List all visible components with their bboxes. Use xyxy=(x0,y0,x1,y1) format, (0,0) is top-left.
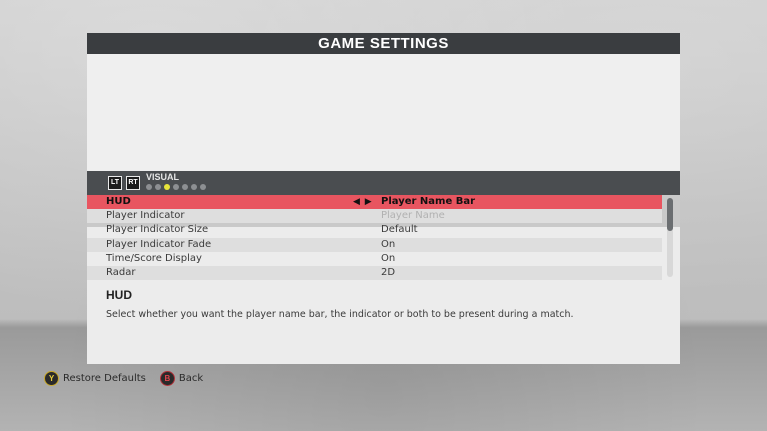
description-title: HUD xyxy=(106,288,132,302)
setting-value: Player Name xyxy=(381,210,445,222)
setting-row[interactable]: Player Indicator Size Default xyxy=(87,223,662,237)
setting-name: Player Indicator Size xyxy=(106,224,209,236)
setting-row[interactable]: HUD ◀ ▶ Player Name Bar xyxy=(87,195,662,209)
setting-name: Player Indicator xyxy=(106,210,185,222)
section-header: LT RT VISUAL xyxy=(87,171,680,195)
footer: Y Restore Defaults B Back xyxy=(44,371,203,386)
setting-name: Radar xyxy=(106,267,136,278)
description-text: Select whether you want the player name … xyxy=(106,309,574,320)
back-label: Back xyxy=(178,373,204,384)
setting-value: Player Name Bar xyxy=(381,196,476,207)
page-dot xyxy=(155,184,161,190)
page-dot xyxy=(182,184,188,190)
page-dot xyxy=(164,184,170,190)
page-dots xyxy=(146,184,206,190)
setting-value: On xyxy=(381,238,396,250)
settings-list: HUD ◀ ▶ Player Name Bar Player Indicator Pla… xyxy=(87,195,662,280)
page-dot xyxy=(146,184,152,190)
section-label: VISUAL xyxy=(146,172,180,182)
lt-button-icon[interactable]: LT xyxy=(108,176,122,190)
setting-row[interactable]: Time/Score Display On xyxy=(87,252,662,266)
restore-defaults-button[interactable]: Y Restore Defaults xyxy=(44,371,146,386)
setting-row[interactable]: Radar 2D xyxy=(87,266,662,280)
page-dot xyxy=(173,184,179,190)
banner-area xyxy=(87,54,680,171)
rt-button-icon[interactable]: RT xyxy=(126,176,140,190)
page-dot xyxy=(191,184,197,190)
setting-value: On xyxy=(381,252,396,264)
setting-row[interactable]: Player Indicator Fade On xyxy=(87,237,662,252)
setting-value: Default xyxy=(381,224,418,236)
setting-name: Time/Score Display xyxy=(106,252,202,264)
setting-row[interactable]: Player Indicator Player Name xyxy=(87,209,662,224)
setting-name: HUD xyxy=(106,196,131,207)
b-button-icon: B xyxy=(159,371,175,386)
y-button-icon: Y xyxy=(44,371,59,386)
scrollbar-thumb[interactable] xyxy=(667,198,673,231)
page-title: GAME SETTINGS xyxy=(87,33,680,54)
restore-defaults-label: Restore Defaults xyxy=(63,373,146,384)
value-selector-arrows-icon[interactable]: ◀ ▶ xyxy=(353,195,373,209)
scrollbar[interactable] xyxy=(667,198,673,277)
page-dot xyxy=(200,184,206,190)
setting-name: Player Indicator Fade xyxy=(106,238,212,250)
setting-value: 2D xyxy=(381,267,396,278)
back-button[interactable]: B Back xyxy=(159,371,204,386)
